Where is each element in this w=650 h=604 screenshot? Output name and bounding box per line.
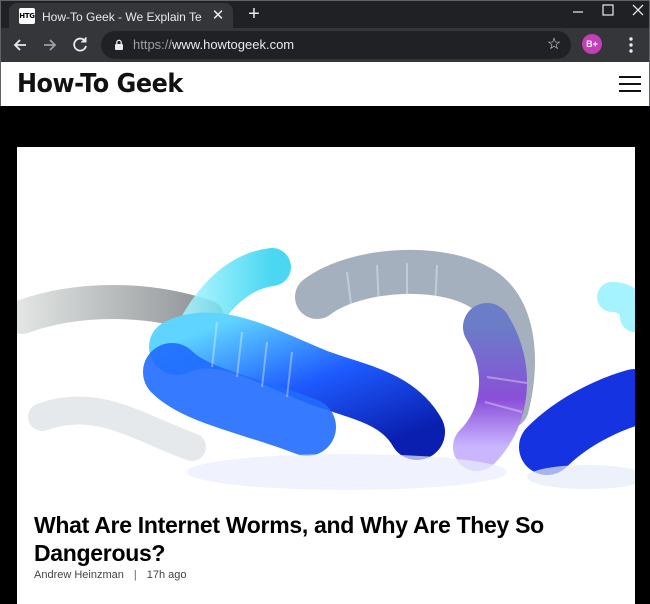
close-icon [632,4,644,16]
vertical-dots-icon [629,37,633,53]
profile-avatar[interactable]: B+ [582,34,602,54]
reload-icon [73,37,87,52]
arrow-right-icon [44,39,57,51]
back-button[interactable] [7,32,33,58]
article-headline[interactable]: What Are Internet Worms, and Why Are The… [34,511,604,567]
browser-menu-button[interactable] [621,34,641,56]
hamburger-bar [619,90,641,92]
page-content: What Are Internet Worms, and Why Are The… [0,106,650,604]
hamburger-bar [619,76,641,78]
window-minimize-button[interactable] [563,1,593,21]
site-logo[interactable]: How-To Geek [17,67,183,101]
url-host: www.howtogeek.com [172,37,295,52]
reload-button[interactable] [67,32,93,58]
star-icon[interactable]: ☆ [543,34,565,56]
site-favicon-icon: HTG [19,8,35,24]
article-author[interactable]: Andrew Heinzman [34,569,124,581]
forward-button[interactable] [37,32,63,58]
window-close-button[interactable] [623,1,650,21]
maximize-icon [602,4,614,16]
article-meta: Andrew Heinzman | 17h ago [34,569,187,581]
address-bar[interactable]: https://www.howtogeek.com ☆ [101,31,571,59]
tab-close-icon[interactable]: ✕ [209,7,227,25]
lock-icon [115,39,123,50]
meta-separator: | [133,569,137,581]
minimize-icon [573,11,583,13]
hamburger-bar [619,83,641,85]
gummy-worms-illustration [17,147,635,500]
browser-toolbar: https://www.howtogeek.com ☆ B+ [0,28,650,62]
browser-titlebar: HTG How-To Geek - We Explain Techn ✕ + [0,0,650,29]
browser-tab-active[interactable]: HTG How-To Geek - We Explain Techn ✕ [9,3,233,29]
site-header: How-To Geek [0,62,650,106]
arrow-left-icon [13,39,26,51]
window-maximize-button[interactable] [593,1,623,21]
article-hero-image[interactable] [17,147,635,500]
new-tab-button[interactable]: + [243,3,265,25]
tab-title: How-To Geek - We Explain Techn [42,10,202,24]
hamburger-icon[interactable] [619,76,641,94]
article-timestamp: 17h ago [146,569,187,581]
article-card[interactable]: What Are Internet Worms, and Why Are The… [17,147,635,604]
url-scheme: https:// [133,37,173,52]
url-text[interactable]: https://www.howtogeek.com [133,37,294,53]
